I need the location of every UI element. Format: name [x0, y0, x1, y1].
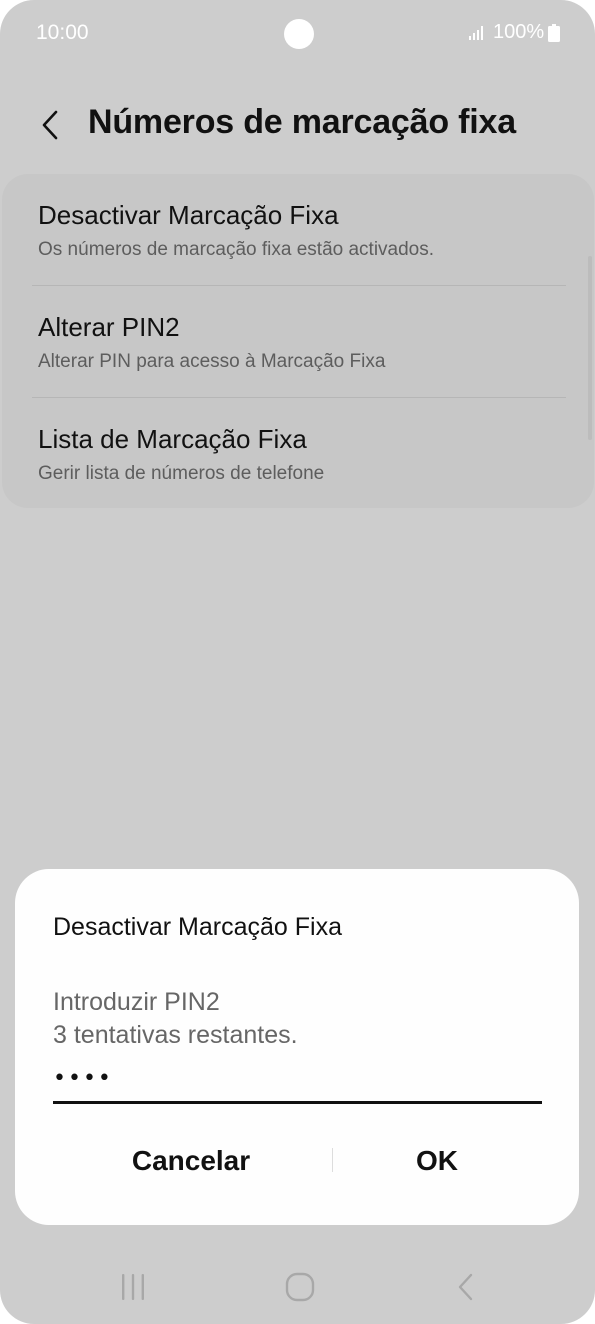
settings-card: Desactivar Marcação Fixa Os números de m…: [2, 174, 594, 508]
setting-title: Desactivar Marcação Fixa: [38, 200, 339, 230]
status-bar: 10:00 100%: [0, 0, 595, 66]
back-button[interactable]: [30, 100, 70, 150]
setting-subtitle: Gerir lista de números de telefone: [38, 463, 325, 484]
cancel-button[interactable]: Cancelar: [61, 1135, 321, 1187]
setting-subtitle: Os números de marcação fixa estão activa…: [38, 239, 435, 260]
page-title: Números de marcação fixa: [88, 103, 516, 141]
back-icon: [458, 1273, 473, 1301]
setting-change-pin2[interactable]: Alterar PIN2 Alterar PIN para acesso à M…: [38, 286, 566, 398]
home-icon: [285, 1272, 315, 1302]
battery-icon: [548, 24, 560, 42]
recents-icon: [122, 1274, 144, 1300]
setting-deactivate-fdn[interactable]: Desactivar Marcação Fixa Os números de m…: [38, 174, 566, 286]
dialog-message: Introduzir PIN2 3 tentativas restantes.: [53, 988, 298, 1049]
battery-percentage: 100%: [493, 21, 545, 43]
signal-icon: [469, 26, 483, 40]
dialog-title: Desactivar Marcação Fixa: [53, 913, 342, 941]
scrollbar[interactable]: [588, 256, 592, 440]
status-time: 10:00: [36, 21, 89, 44]
phone-screen: 10:00 100% Números de marcação fixa Desa…: [0, 0, 595, 1324]
pin2-dialog: Desactivar Marcação Fixa Introduzir PIN2…: [15, 869, 579, 1225]
setting-subtitle: Alterar PIN para acesso à Marcação Fixa: [38, 351, 386, 372]
home-button[interactable]: [270, 1262, 330, 1312]
setting-title: Alterar PIN2: [38, 312, 180, 342]
chevron-left-icon: [42, 110, 58, 140]
setting-fdn-list[interactable]: Lista de Marcação Fixa Gerir lista de nú…: [38, 398, 566, 510]
setting-title: Lista de Marcação Fixa: [38, 424, 307, 454]
pin2-input[interactable]: [53, 1055, 542, 1104]
nav-back-button[interactable]: [436, 1262, 496, 1312]
recents-button[interactable]: [103, 1262, 163, 1312]
ok-button[interactable]: OK: [307, 1135, 567, 1187]
front-camera: [284, 19, 314, 49]
